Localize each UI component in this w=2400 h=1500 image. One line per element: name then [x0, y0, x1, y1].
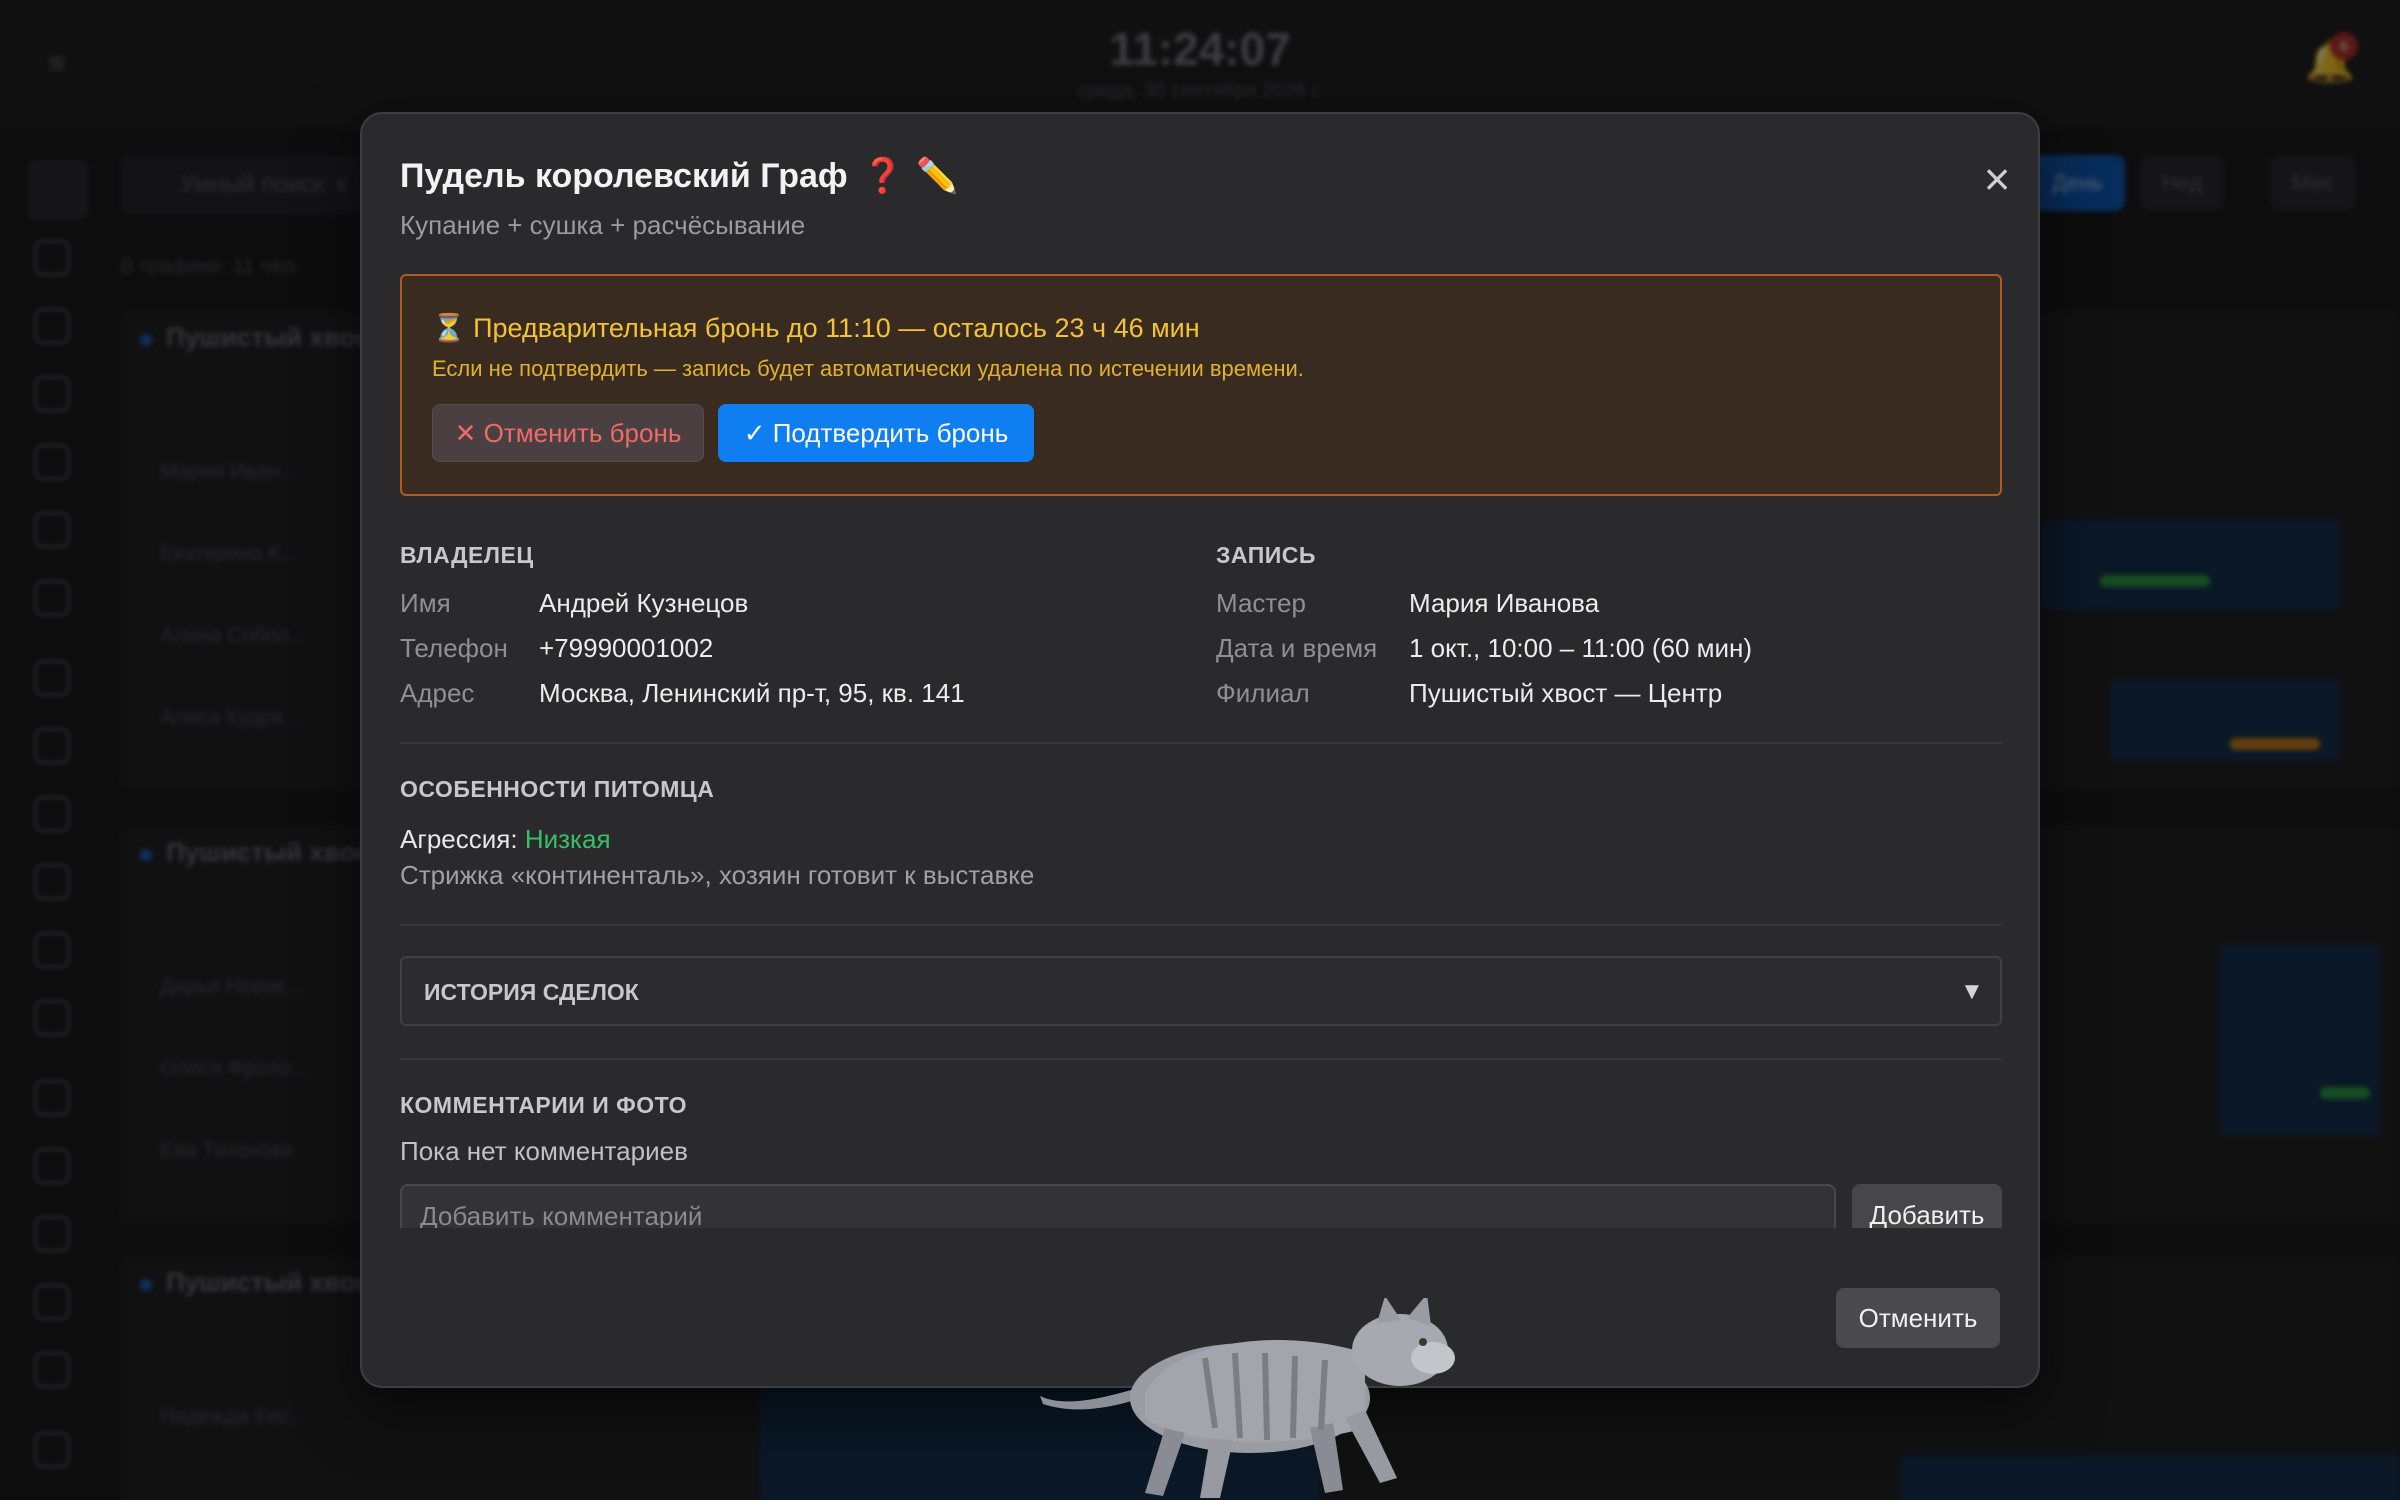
- hold-text: Если не подтвердить — запись будет автом…: [432, 356, 1304, 381]
- comment-form: Добавить: [400, 1184, 2002, 1228]
- question-icon[interactable]: ❓: [862, 157, 904, 195]
- comments-heading: КОММЕНТАРИИ И ФОТО: [400, 1092, 688, 1118]
- owner-phone-label: Телефон: [400, 633, 508, 663]
- booking-heading: ЗАПИСЬ: [1216, 542, 1316, 568]
- owner-address: Москва, Ленинский пр-т, 95, кв. 141: [539, 678, 965, 708]
- master-name: Мария Иванова: [1409, 588, 1600, 618]
- datetime-label: Дата и время: [1216, 633, 1378, 663]
- modal-title: Пудель королевский Граф ❓ ✏️: [400, 156, 958, 196]
- owner-phone[interactable]: +79990001002: [539, 633, 713, 664]
- owner-name-label: Имя: [400, 588, 451, 618]
- branch-label: Филиал: [1216, 678, 1310, 708]
- deal-history-accordion[interactable]: ИСТОРИЯ СДЕЛОК ▼: [400, 956, 2002, 1026]
- service-subtitle: Купание + сушка + расчёсывание: [400, 210, 806, 240]
- cancel-button[interactable]: Отменить: [1836, 1288, 2000, 1348]
- owner-address-label: Адрес: [400, 678, 475, 708]
- booking-branch: Пушистый хвост — Центр: [1409, 678, 1723, 708]
- comment-input[interactable]: [400, 1184, 1836, 1228]
- confirm-hold-button[interactable]: ✓ Подтвердить бронь: [718, 404, 1034, 462]
- add-comment-button[interactable]: Добавить: [1852, 1184, 2002, 1228]
- aggression-label: Агрессия:: [400, 824, 518, 854]
- no-comments-text: Пока нет комментариев: [400, 1136, 688, 1166]
- pet-note: Стрижка «континенталь», хозяин готовит к…: [400, 860, 1035, 890]
- booking-datetime: 1 окт., 10:00 – 11:00 (60 мин): [1409, 633, 1753, 663]
- divider: [400, 924, 2002, 926]
- master-label: Мастер: [1216, 588, 1306, 618]
- pencil-icon[interactable]: ✏️: [916, 157, 958, 195]
- cancel-hold-button[interactable]: ✕ Отменить бронь: [432, 404, 704, 462]
- hold-title: ⏳ Предварительная бронь до 11:10 — остал…: [432, 313, 1200, 343]
- chevron-down-icon: ▼: [1960, 978, 1984, 1005]
- owner-name: Андрей Кузнецов: [539, 588, 749, 618]
- owner-heading: ВЛАДЕЛЕЦ: [400, 542, 534, 568]
- cat-mascot-icon: [1040, 1298, 1455, 1498]
- divider: [400, 742, 2002, 744]
- pet-name: Пудель королевский Граф: [400, 157, 848, 195]
- aggression-value: Низкая: [524, 824, 611, 854]
- pet-features-heading: ОСОБЕННОСТИ ПИТОМЦА: [400, 776, 715, 802]
- deal-history-label: ИСТОРИЯ СДЕЛОК: [424, 979, 639, 1005]
- hold-warning-panel: ⏳ Предварительная бронь до 11:10 — остал…: [400, 274, 2002, 496]
- booking-modal: Пудель королевский Граф ❓ ✏️ Купание + суш…: [360, 112, 2040, 1388]
- close-icon[interactable]: ×: [1972, 154, 2022, 204]
- divider: [400, 1058, 2002, 1060]
- aggression-row: Агрессия: Низкая: [400, 824, 611, 855]
